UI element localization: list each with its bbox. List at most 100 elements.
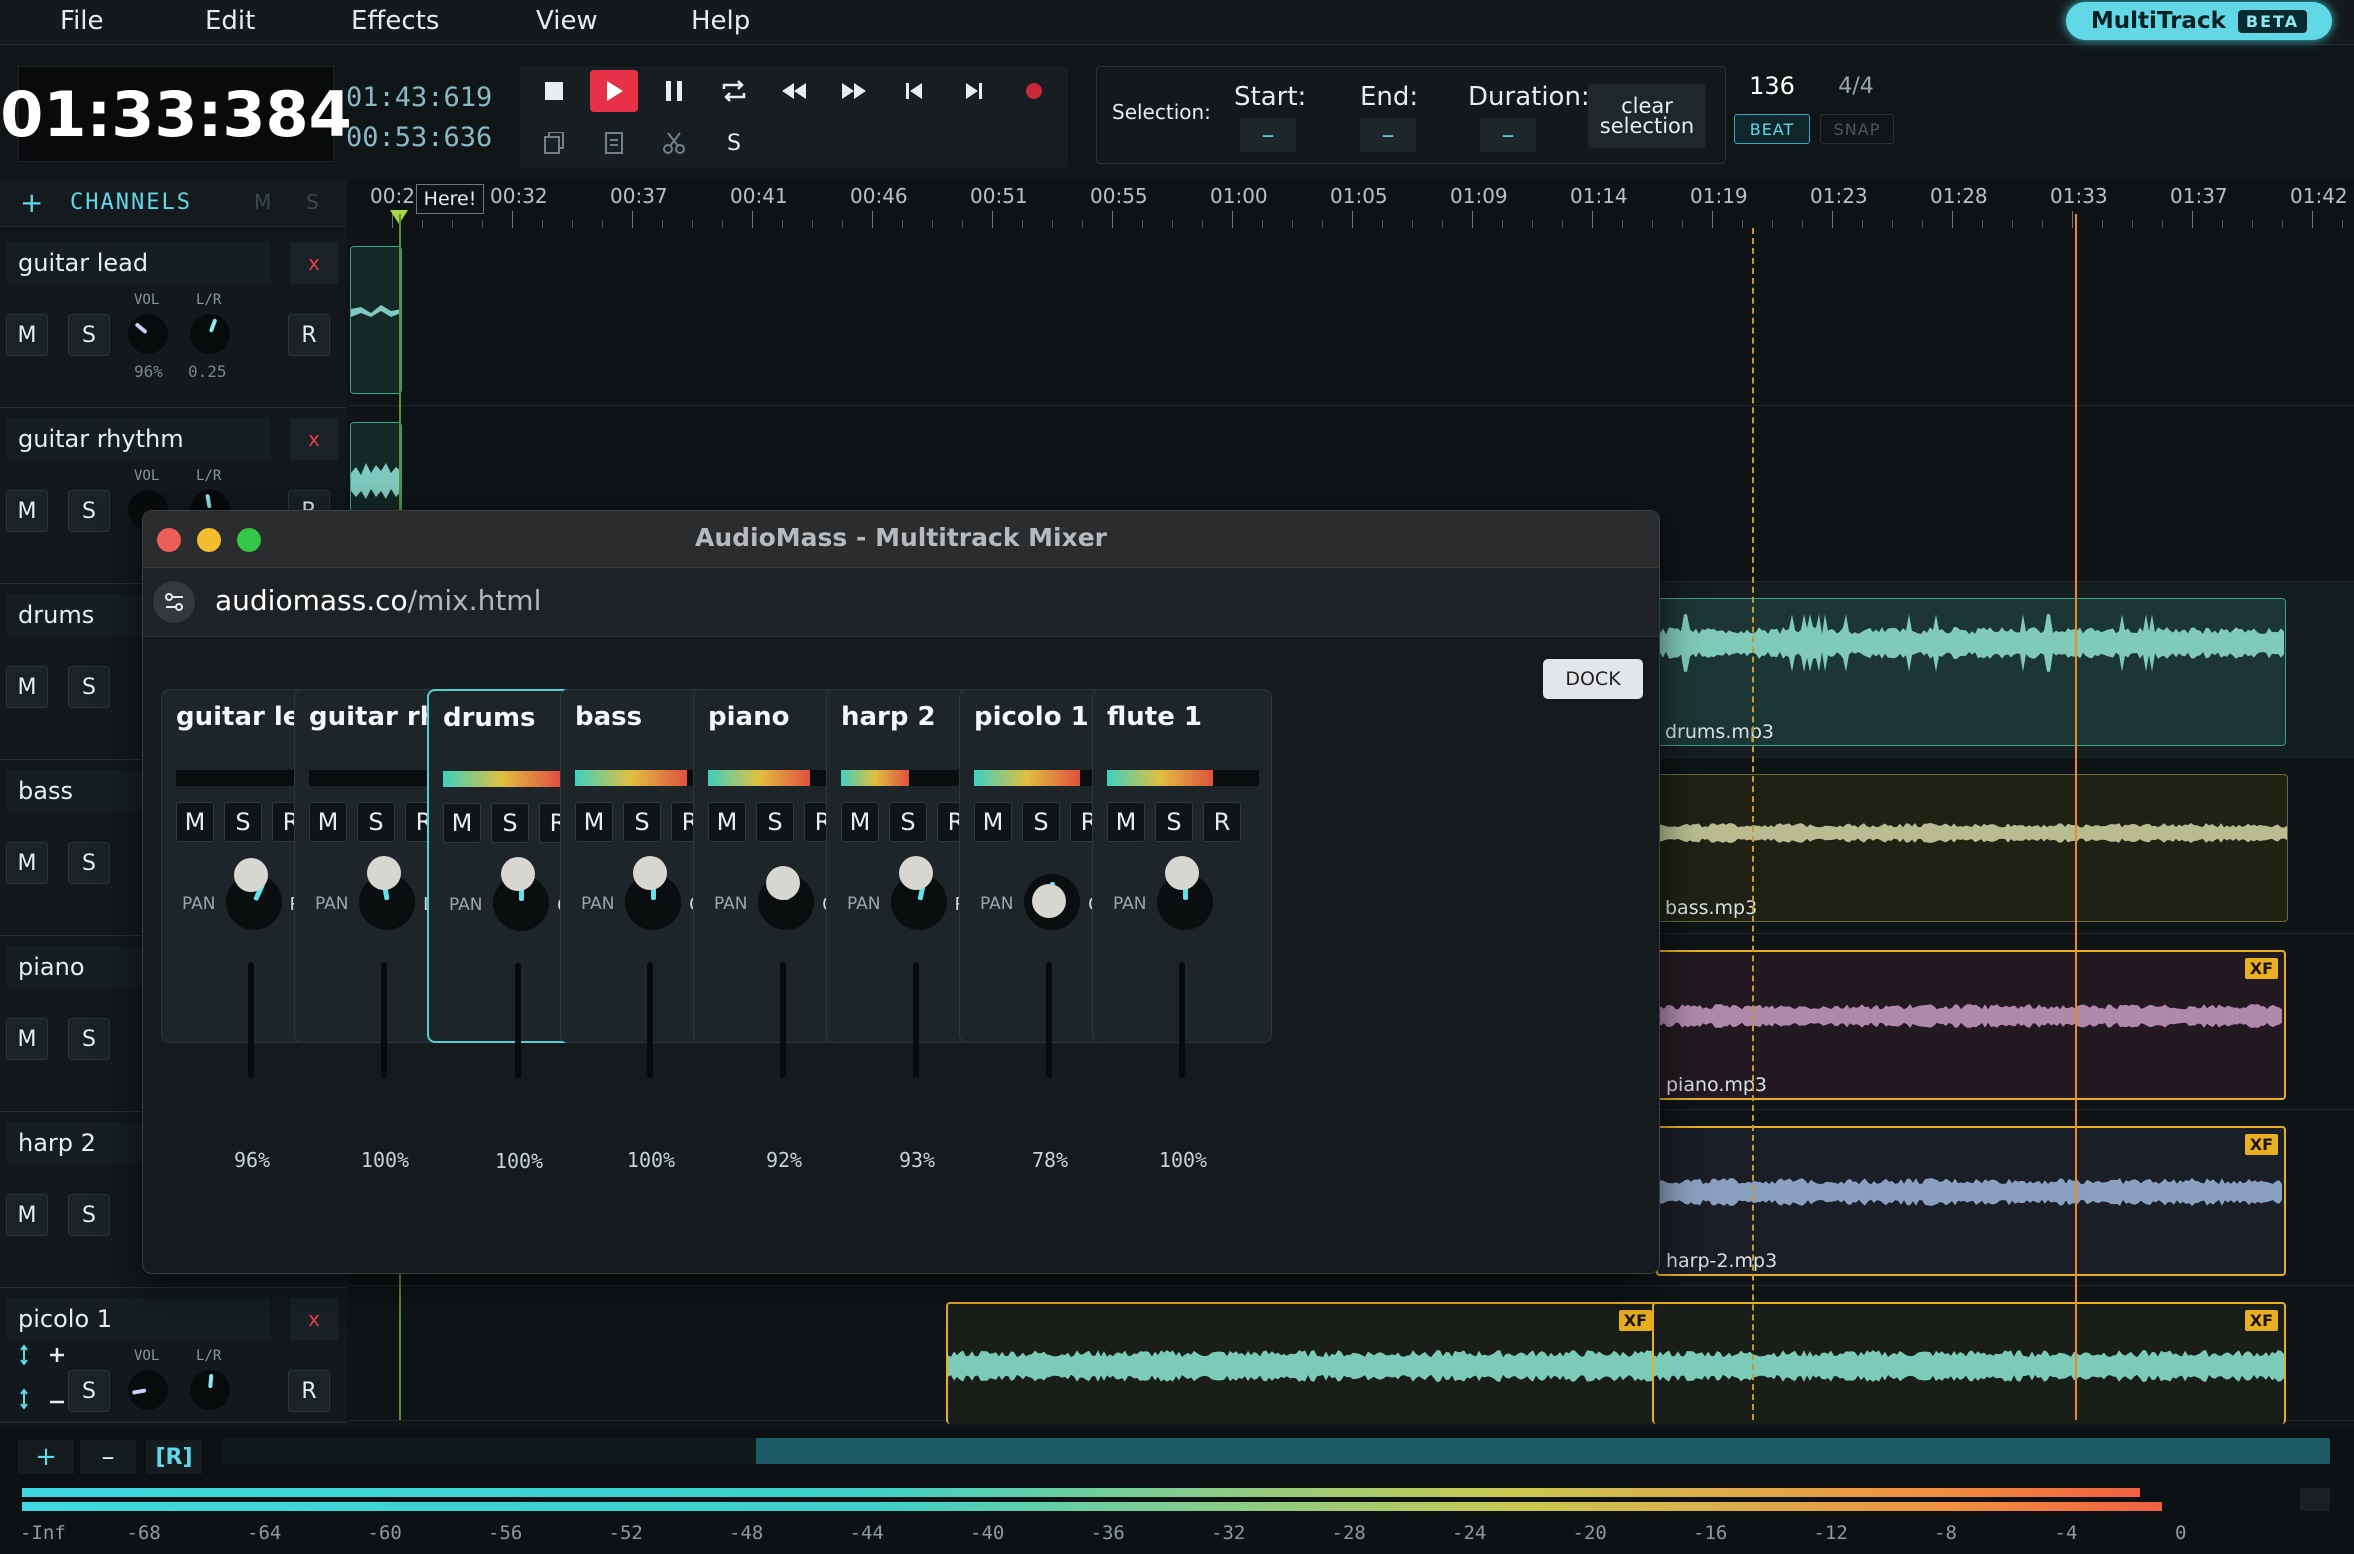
fast-forward-button[interactable] xyxy=(830,70,878,112)
clip-piano[interactable]: XF piano.mp3 xyxy=(1656,950,2286,1100)
volume-fader-thumb[interactable] xyxy=(899,856,933,890)
expand-icon[interactable] xyxy=(20,1344,70,1366)
volume-fader-thumb[interactable] xyxy=(766,866,800,900)
volume-fader-track[interactable] xyxy=(1046,962,1052,1078)
channel-name[interactable]: guitar lead xyxy=(6,242,270,284)
record-arm-button[interactable]: R xyxy=(288,314,330,356)
start-value[interactable]: – xyxy=(1240,118,1296,152)
skip-end-button[interactable] xyxy=(950,70,998,112)
rewind-button[interactable] xyxy=(770,70,818,112)
clip-drums[interactable]: drums.mp3 xyxy=(1656,598,2286,746)
strip-solo-button[interactable]: S xyxy=(1022,802,1060,842)
volume-fader-track[interactable] xyxy=(647,962,653,1078)
menu-view[interactable]: View xyxy=(536,6,598,36)
mixer-titlebar[interactable]: AudioMass - Multitrack Mixer xyxy=(143,511,1659,568)
mute-all-button[interactable]: M xyxy=(254,190,271,214)
mute-button[interactable]: M xyxy=(6,842,48,884)
snap-toggle[interactable]: SNAP xyxy=(1820,114,1894,144)
zoom-in-button[interactable]: + xyxy=(18,1440,74,1474)
crossfade-badge[interactable]: XF xyxy=(2244,1310,2278,1331)
silence-button[interactable]: S xyxy=(710,122,758,164)
menu-file[interactable]: File xyxy=(60,6,104,36)
copy-button[interactable] xyxy=(530,122,578,164)
volume-fader-track[interactable] xyxy=(381,962,387,1078)
volume-fader-thumb[interactable] xyxy=(633,856,667,890)
strip-solo-button[interactable]: S xyxy=(1155,802,1193,842)
strip-mute-button[interactable]: M xyxy=(974,802,1012,842)
clip-guitar-rhythm[interactable] xyxy=(350,422,402,514)
url-bar[interactable]: audiomass.co/mix.html xyxy=(143,568,1659,637)
solo-button[interactable]: S xyxy=(68,1194,110,1236)
site-settings-button[interactable] xyxy=(153,581,195,623)
solo-button[interactable]: S xyxy=(68,1370,110,1412)
clear-selection-button[interactable]: clear selection xyxy=(1588,84,1706,148)
solo-button[interactable]: S xyxy=(68,490,110,532)
volume-fader-thumb[interactable] xyxy=(1032,884,1066,918)
volume-fader-track[interactable] xyxy=(780,962,786,1078)
strip-solo-button[interactable]: S xyxy=(889,802,927,842)
mute-button[interactable]: M xyxy=(6,1194,48,1236)
dock-button[interactable]: DOCK xyxy=(1543,659,1643,699)
volume-fader-track[interactable] xyxy=(913,962,919,1078)
menu-effects[interactable]: Effects xyxy=(351,6,439,36)
menu-help[interactable]: Help xyxy=(691,6,750,36)
volume-fader-thumb[interactable] xyxy=(367,856,401,890)
remove-channel-button[interactable]: x xyxy=(290,418,338,460)
channel-name[interactable]: guitar rhythm xyxy=(6,418,270,460)
channel-name[interactable]: picolo 1 xyxy=(6,1298,270,1340)
strip-record-button[interactable]: R xyxy=(1203,802,1241,842)
volume-fader-thumb[interactable] xyxy=(501,857,535,891)
strip-solo-button[interactable]: S xyxy=(491,803,529,843)
strip-mute-button[interactable]: M xyxy=(708,802,746,842)
clip-picolo-a[interactable]: XF xyxy=(946,1302,1660,1424)
mute-button[interactable]: M xyxy=(6,314,48,356)
mute-button[interactable]: M xyxy=(6,666,48,708)
zoom-out-button[interactable]: – xyxy=(80,1440,136,1474)
collapse-icon[interactable] xyxy=(20,1388,70,1410)
remove-channel-button[interactable]: x xyxy=(290,1298,338,1340)
menu-edit[interactable]: Edit xyxy=(205,6,255,36)
url-text[interactable]: audiomass.co/mix.html xyxy=(215,584,541,617)
strip-mute-button[interactable]: M xyxy=(575,802,613,842)
volume-fader-track[interactable] xyxy=(248,962,254,1078)
vol-knob[interactable] xyxy=(128,1370,168,1410)
strip-mute-button[interactable]: M xyxy=(841,802,879,842)
solo-button[interactable]: S xyxy=(68,1018,110,1060)
mute-button[interactable]: M xyxy=(6,1018,48,1060)
clip-bass[interactable]: bass.mp3 xyxy=(1656,774,2288,922)
add-channel-button[interactable]: + xyxy=(20,186,43,219)
strip-solo-button[interactable]: S xyxy=(623,802,661,842)
here-marker[interactable]: Here! xyxy=(416,184,484,214)
play-button[interactable] xyxy=(590,70,638,112)
pan-knob[interactable] xyxy=(190,314,230,354)
strip-mute-button[interactable]: M xyxy=(176,802,214,842)
loop-button[interactable] xyxy=(710,70,758,112)
beat-toggle[interactable]: BEAT xyxy=(1734,114,1810,144)
strip-solo-button[interactable]: S xyxy=(224,802,262,842)
solo-button[interactable]: S xyxy=(68,666,110,708)
mute-button[interactable]: M xyxy=(6,490,48,532)
strip-mute-button[interactable]: M xyxy=(1107,802,1145,842)
clip-picolo-b[interactable]: XF xyxy=(1652,1302,2286,1424)
volume-fader-track[interactable] xyxy=(515,963,521,1079)
paste-button[interactable] xyxy=(590,122,638,164)
volume-fader-thumb[interactable] xyxy=(234,858,268,892)
cut-button[interactable] xyxy=(650,122,698,164)
horizontal-scroll-thumb[interactable] xyxy=(756,1438,2330,1464)
remove-channel-button[interactable]: x xyxy=(290,242,338,284)
pause-button[interactable] xyxy=(650,70,698,112)
crossfade-badge[interactable]: XF xyxy=(2244,958,2278,979)
duration-value[interactable]: – xyxy=(1480,118,1536,152)
record-button[interactable] xyxy=(1010,70,1058,112)
range-toggle-button[interactable]: [R] xyxy=(146,1440,202,1474)
strip-mute-button[interactable]: M xyxy=(443,803,481,843)
clip-harp[interactable]: XF harp-2.mp3 xyxy=(1656,1126,2286,1276)
time-signature[interactable]: 4/4 xyxy=(1822,74,1890,99)
volume-fader-track[interactable] xyxy=(1179,962,1185,1078)
clip-guitar-lead[interactable] xyxy=(350,246,402,394)
crossfade-badge[interactable]: XF xyxy=(1618,1310,1652,1331)
crossfade-badge[interactable]: XF xyxy=(2244,1134,2278,1155)
skip-start-button[interactable] xyxy=(890,70,938,112)
record-arm-button[interactable]: R xyxy=(288,1370,330,1412)
bpm-value[interactable]: 136 xyxy=(1736,72,1808,100)
